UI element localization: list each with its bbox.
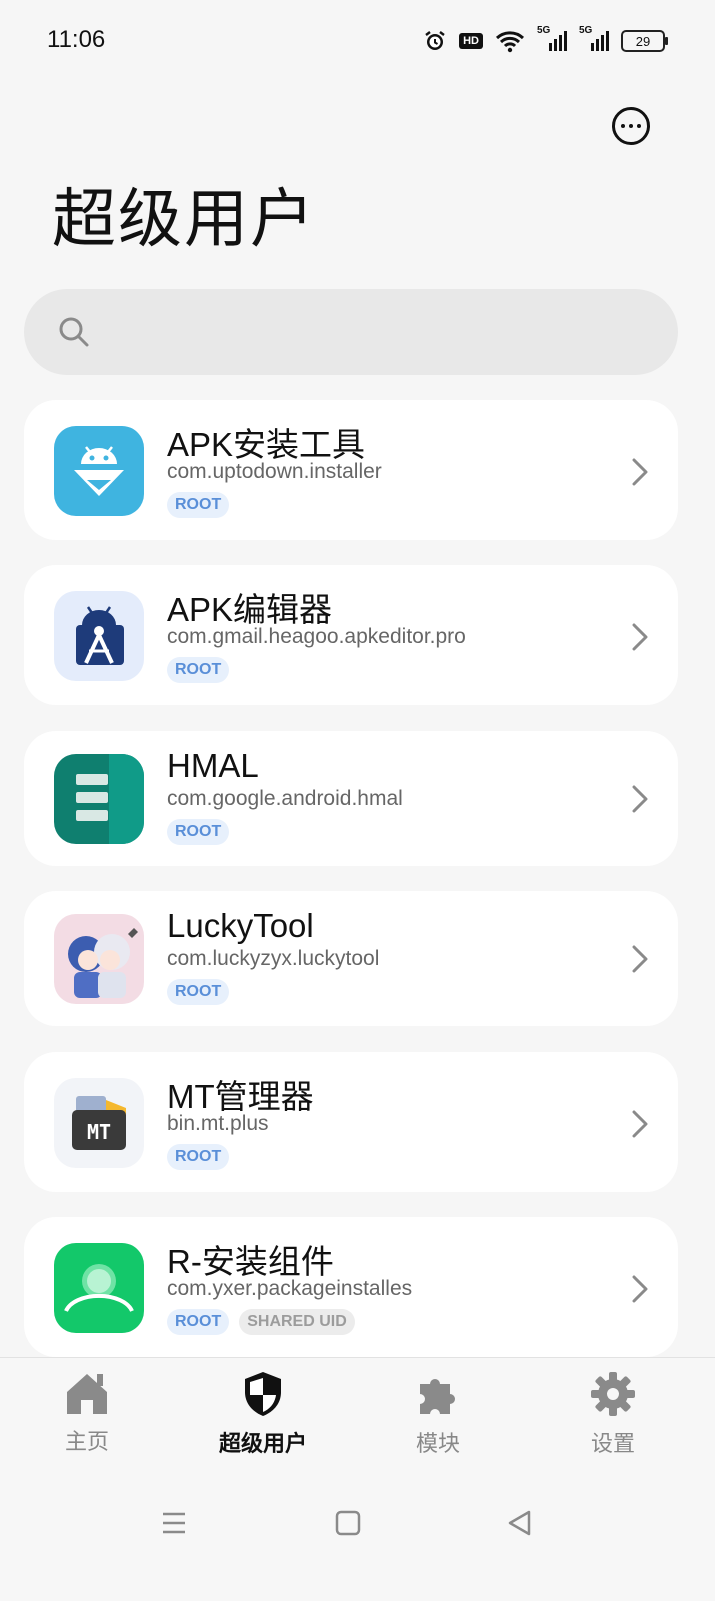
r-installer-app-icon [54, 1243, 144, 1333]
status-time: 11:06 [47, 26, 106, 53]
more-options-button[interactable] [612, 107, 650, 145]
gear-icon [589, 1370, 637, 1422]
chevron-right-icon [630, 783, 650, 819]
nav-settings[interactable]: 设置 [538, 1370, 688, 1458]
badge-group: ROOT [167, 657, 230, 683]
page-title: 超级用户 [52, 183, 316, 257]
app-name: APK安装工具 [167, 426, 366, 463]
apk-installer-app-icon [54, 426, 144, 516]
app-card-r-installer[interactable]: R-安装组件 com.yxer.packageinstalles ROOT SH… [24, 1217, 678, 1357]
battery-icon: 29 [621, 30, 668, 52]
chevron-right-icon [630, 1273, 650, 1309]
app-name: APK编辑器 [167, 591, 333, 628]
root-badge: ROOT [167, 979, 230, 1005]
system-navigation-bar [0, 1505, 715, 1545]
puzzle-icon [414, 1370, 462, 1422]
apk-editor-app-icon [54, 591, 144, 681]
root-badge: ROOT [167, 1144, 230, 1170]
menu-icon[interactable] [160, 1509, 188, 1541]
app-card-apk-editor[interactable]: APK编辑器 com.gmail.heagoo.apkeditor.pro RO… [24, 565, 678, 705]
nav-settings-label: 设置 [590, 1432, 635, 1457]
chevron-right-icon [630, 621, 650, 657]
nav-modules[interactable]: 模块 [363, 1370, 513, 1458]
hd-icon: HD [459, 33, 483, 49]
app-name: LuckyTool [167, 907, 314, 944]
chevron-right-icon [630, 456, 650, 492]
app-package: bin.mt.plus [167, 1112, 269, 1135]
badge-group: ROOT [167, 492, 230, 518]
app-package: com.google.android.hmal [167, 787, 403, 810]
more-icon-dot [637, 124, 641, 128]
status-icons: HD 5G 5G 29 [423, 25, 668, 56]
root-badge: ROOT [167, 492, 230, 518]
root-badge: ROOT [167, 819, 230, 845]
app-name: HMAL [167, 747, 259, 784]
app-package: com.luckyzyx.luckytool [167, 947, 380, 970]
app-name: R-安装组件 [167, 1243, 334, 1280]
app-package: com.uptodown.installer [167, 460, 382, 483]
home-square-icon[interactable] [334, 1509, 362, 1541]
shared-uid-badge: SHARED UID [239, 1309, 355, 1335]
status-bar: 11:06 HD 5G 5G 29 [0, 0, 715, 84]
search-icon [58, 316, 90, 352]
root-badge: ROOT [167, 657, 230, 683]
app-card-mt-manager[interactable]: MT MT管理器 bin.mt.plus ROOT [24, 1052, 678, 1192]
shield-icon [241, 1370, 285, 1422]
nav-home-label: 主页 [64, 1430, 109, 1455]
app-package: com.yxer.packageinstalles [167, 1277, 413, 1300]
chevron-right-icon [630, 1108, 650, 1144]
mt-manager-app-icon: MT [54, 1078, 144, 1168]
home-icon [63, 1370, 111, 1420]
app-card-hmal[interactable]: HMAL com.google.android.hmal ROOT [24, 731, 678, 866]
more-icon-dot [621, 124, 625, 128]
wifi-icon [495, 29, 525, 53]
more-icon-dot [629, 124, 633, 128]
app-package: com.gmail.heagoo.apkeditor.pro [167, 625, 466, 648]
mt-icon-text: MT [87, 1120, 111, 1144]
alarm-icon [423, 29, 447, 53]
root-badge: ROOT [167, 1309, 230, 1335]
nav-modules-label: 模块 [415, 1432, 460, 1457]
signal-5g-icon: 5G [537, 25, 567, 53]
signal-5g-icon: 5G [579, 25, 609, 53]
badge-group: ROOT [167, 979, 230, 1005]
badge-group: ROOT [167, 819, 230, 845]
app-card-apk-installer[interactable]: APK安装工具 com.uptodown.installer ROOT [24, 400, 678, 540]
nav-superuser-label: 超级用户 [218, 1432, 307, 1457]
app-name: MT管理器 [167, 1078, 314, 1115]
chevron-right-icon [630, 943, 650, 979]
search-input[interactable] [124, 289, 648, 377]
back-icon[interactable] [506, 1509, 534, 1541]
badge-group: ROOT SHARED UID [167, 1309, 355, 1335]
hmal-app-icon [54, 754, 144, 844]
bottom-navigation: 主页 超级用户 模块 设置 [0, 1357, 715, 1601]
nav-home[interactable]: 主页 [12, 1370, 162, 1456]
nav-superuser[interactable]: 超级用户 [188, 1370, 338, 1458]
badge-group: ROOT [167, 1144, 230, 1170]
search-bar[interactable] [24, 289, 678, 377]
app-card-luckytool[interactable]: LuckyTool com.luckyzyx.luckytool ROOT [24, 891, 678, 1026]
luckytool-app-icon [54, 914, 144, 1004]
